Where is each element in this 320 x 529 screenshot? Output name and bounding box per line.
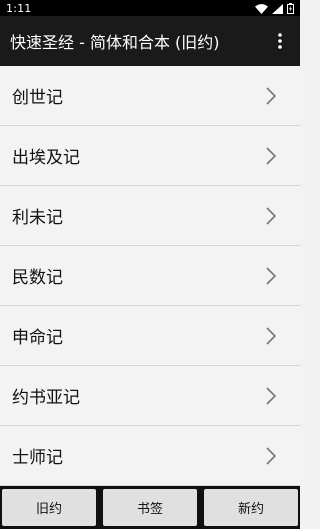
book-label: 创世记 — [12, 88, 63, 108]
chevron-right-icon — [264, 85, 278, 107]
chevron-right-icon — [264, 265, 278, 287]
book-list: 创世记 出埃及记 利未记 民数记 申命记 约书亚记 士师记 — [0, 66, 300, 486]
battery-icon — [287, 0, 294, 18]
book-label: 出埃及记 — [12, 148, 80, 168]
book-item-leviticus[interactable]: 利未记 — [0, 186, 300, 246]
status-time: 1:11 — [6, 1, 32, 15]
status-icons — [255, 0, 294, 18]
new-testament-button[interactable]: 新约 — [204, 489, 298, 526]
book-label: 士师记 — [12, 448, 63, 468]
book-item-judges[interactable]: 士师记 — [0, 426, 300, 486]
status-bar: 1:11 — [0, 0, 300, 16]
more-vert-icon[interactable] — [266, 27, 294, 55]
bookmarks-button[interactable]: 书签 — [103, 489, 197, 526]
book-item-exodus[interactable]: 出埃及记 — [0, 126, 300, 186]
app-title: 快速圣经 - 简体和合本 (旧约) — [10, 33, 220, 52]
app-screen: 1:11 快速圣经 - 简体和合本 (旧约) 创世记 出埃及记 利未记 民数记 … — [0, 0, 300, 529]
book-item-joshua[interactable]: 约书亚记 — [0, 366, 300, 426]
book-item-numbers[interactable]: 民数记 — [0, 246, 300, 306]
chevron-right-icon — [264, 145, 278, 167]
chevron-right-icon — [264, 205, 278, 227]
book-label: 利未记 — [12, 208, 63, 228]
book-label: 约书亚记 — [12, 388, 80, 408]
book-item-genesis[interactable]: 创世记 — [0, 66, 300, 126]
chevron-right-icon — [264, 325, 278, 347]
book-label: 申命记 — [12, 328, 63, 348]
wifi-icon — [255, 0, 268, 18]
bottom-nav: 旧约 书签 新约 — [0, 486, 300, 529]
book-label: 民数记 — [12, 268, 63, 288]
signal-icon — [272, 0, 283, 18]
old-testament-button[interactable]: 旧约 — [2, 489, 96, 526]
chevron-right-icon — [264, 445, 278, 467]
app-bar: 快速圣经 - 简体和合本 (旧约) — [0, 16, 300, 66]
book-item-deuteronomy[interactable]: 申命记 — [0, 306, 300, 366]
chevron-right-icon — [264, 385, 278, 407]
